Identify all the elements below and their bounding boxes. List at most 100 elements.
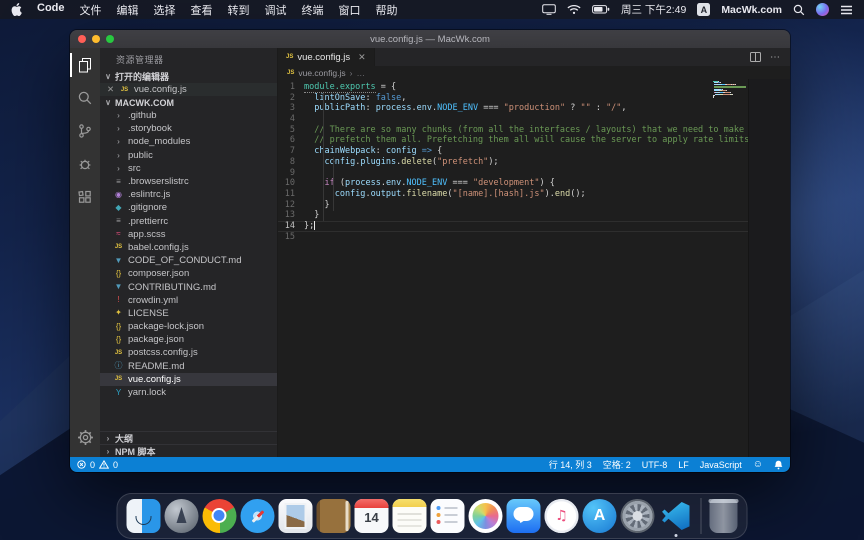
- code-line[interactable]: 10 if (process.env.NODE_ENV === "develop…: [278, 178, 748, 189]
- menu-item-文件[interactable]: 文件: [80, 2, 102, 18]
- dock-launchpad[interactable]: [165, 499, 199, 533]
- spotlight-search-icon[interactable]: [793, 4, 805, 16]
- code-editor[interactable]: 1module.exports = {2 lintOnSave: false,3…: [278, 79, 748, 457]
- minimap[interactable]: [713, 81, 746, 100]
- open-editor-vue.config.js[interactable]: ✕JSvue.config.js: [100, 83, 277, 96]
- tab-vue-config[interactable]: JS vue.config.js ✕: [278, 48, 375, 66]
- menu-clock[interactable]: 周三 下午2:49: [621, 2, 686, 17]
- file-LICENSE[interactable]: ✦LICENSE: [100, 307, 277, 320]
- zoom-button[interactable]: [106, 35, 114, 43]
- folder-.storybook[interactable]: ›.storybook: [100, 122, 277, 135]
- code-line[interactable]: 6 // prefetch them all. Prefetching them…: [278, 135, 748, 146]
- outline-panel-header[interactable]: › 大纲: [100, 431, 277, 444]
- problems-indicator[interactable]: 0 0: [77, 460, 118, 470]
- dock-vscode[interactable]: [659, 499, 693, 533]
- menu-item-查看[interactable]: 查看: [191, 2, 213, 18]
- input-method-icon[interactable]: A: [697, 3, 710, 16]
- file-CONTRIBUTING.md[interactable]: ▼CONTRIBUTING.md: [100, 280, 277, 293]
- menu-item-窗口[interactable]: 窗口: [339, 2, 361, 18]
- folder-node_modules[interactable]: ›node_modules: [100, 135, 277, 148]
- apple-menu-icon[interactable]: [11, 3, 22, 16]
- code-line[interactable]: 13 }: [278, 210, 748, 221]
- menu-item-帮助[interactable]: 帮助: [376, 2, 398, 18]
- close-editor-icon[interactable]: ✕: [107, 84, 115, 95]
- folder-.github[interactable]: ›.github: [100, 109, 277, 122]
- folder-src[interactable]: ›src: [100, 162, 277, 175]
- extensions-icon[interactable]: [70, 187, 100, 207]
- file-vue.config.js[interactable]: JSvue.config.js: [100, 373, 277, 386]
- settings-gear-icon[interactable]: [70, 427, 100, 447]
- file-app.scss[interactable]: ≈app.scss: [100, 228, 277, 241]
- code-line[interactable]: 5 // There are so many chunks (from all …: [278, 125, 748, 136]
- menu-item-编辑[interactable]: 编辑: [117, 2, 139, 18]
- file-crowdin.yml[interactable]: !crowdin.yml: [100, 294, 277, 307]
- npm-scripts-panel-header[interactable]: › NPM 脚本: [100, 444, 277, 457]
- file-babel.config.js[interactable]: JSbabel.config.js: [100, 241, 277, 254]
- search-icon[interactable]: [70, 88, 100, 108]
- file-.prettierrc[interactable]: ≡.prettierrc: [100, 215, 277, 228]
- status--14-3[interactable]: 行 14, 列 3: [549, 458, 592, 471]
- file-.browserslistrc[interactable]: ≡.browserslistrc: [100, 175, 277, 188]
- code-line[interactable]: 15: [278, 232, 748, 243]
- breadcrumb[interactable]: JS vue.config.js › …: [278, 66, 790, 79]
- code-line[interactable]: 7 chainWebpack: config => {: [278, 146, 748, 157]
- menu-item-终端[interactable]: 终端: [302, 2, 324, 18]
- dock-messages[interactable]: [507, 499, 541, 533]
- code-line[interactable]: 12 }: [278, 200, 748, 211]
- status-lf[interactable]: LF: [678, 460, 689, 470]
- dock-safari[interactable]: [241, 499, 275, 533]
- siri-icon[interactable]: [816, 3, 829, 16]
- dock-photos[interactable]: [469, 499, 503, 533]
- menu-item-调试[interactable]: 调试: [265, 2, 287, 18]
- folder-public[interactable]: ›public: [100, 149, 277, 162]
- debug-icon[interactable]: [70, 154, 100, 174]
- explorer-icon[interactable]: [70, 55, 100, 75]
- file-.eslintrc.js[interactable]: ◉.eslintrc.js: [100, 188, 277, 201]
- split-editor-icon[interactable]: [750, 52, 761, 62]
- notifications-bell-icon[interactable]: [774, 460, 783, 470]
- file-postcss.config.js[interactable]: JSpostcss.config.js: [100, 346, 277, 359]
- status-utf-8[interactable]: UTF-8: [642, 460, 668, 470]
- file-README.md[interactable]: ⓘREADME.md: [100, 360, 277, 373]
- status-javascript[interactable]: JavaScript: [700, 460, 742, 470]
- minimize-button[interactable]: [92, 35, 100, 43]
- dock-itunes[interactable]: [545, 499, 579, 533]
- notification-center-icon[interactable]: [840, 5, 853, 15]
- file-package.json[interactable]: {}package.json: [100, 333, 277, 346]
- dock-chrome[interactable]: [203, 499, 237, 533]
- display-icon[interactable]: [542, 4, 556, 15]
- battery-icon[interactable]: [592, 5, 610, 14]
- code-line[interactable]: 14};: [278, 221, 748, 232]
- file-.gitignore[interactable]: ◆.gitignore: [100, 201, 277, 214]
- status--2[interactable]: 空格: 2: [603, 458, 631, 471]
- wifi-icon[interactable]: [567, 4, 581, 15]
- more-actions-icon[interactable]: ⋯: [770, 52, 781, 63]
- file-yarn.lock[interactable]: Yyarn.lock: [100, 386, 277, 399]
- menu-item-选择[interactable]: 选择: [154, 2, 176, 18]
- menu-item-转到[interactable]: 转到: [228, 2, 250, 18]
- file-composer.json[interactable]: {}composer.json: [100, 267, 277, 280]
- dock-sysprefs[interactable]: [621, 499, 655, 533]
- code-line[interactable]: 2 lintOnSave: false,: [278, 93, 748, 104]
- dock-notes[interactable]: [393, 499, 427, 533]
- source-control-icon[interactable]: [70, 121, 100, 141]
- menu-item-Code[interactable]: Code: [37, 2, 65, 18]
- dock-mail[interactable]: [279, 499, 313, 533]
- dock-calendar[interactable]: 14: [355, 499, 389, 533]
- code-line[interactable]: 1module.exports = {: [278, 82, 748, 93]
- code-line[interactable]: 8 config.plugins.delete("prefetch");: [278, 157, 748, 168]
- project-header[interactable]: ∨ MACWK.COM: [100, 96, 277, 109]
- open-editors-header[interactable]: ∨ 打开的编辑器: [100, 70, 277, 83]
- dock-finder[interactable]: [127, 499, 161, 533]
- code-line[interactable]: 3 publicPath: process.env.NODE_ENV === "…: [278, 103, 748, 114]
- menu-account[interactable]: MacWk.com: [721, 4, 782, 16]
- code-line[interactable]: 9: [278, 168, 748, 179]
- dock-appstore[interactable]: [583, 499, 617, 533]
- window-titlebar[interactable]: vue.config.js — MacWk.com: [70, 30, 790, 48]
- code-line[interactable]: 4: [278, 114, 748, 125]
- code-line[interactable]: 11 config.output.filename("[name].[hash]…: [278, 189, 748, 200]
- dock-contacts[interactable]: [317, 499, 351, 533]
- tab-close-icon[interactable]: ✕: [358, 52, 366, 63]
- dock-trash[interactable]: [710, 499, 738, 533]
- file-CODE_OF_CONDUCT.md[interactable]: ▼CODE_OF_CONDUCT.md: [100, 254, 277, 267]
